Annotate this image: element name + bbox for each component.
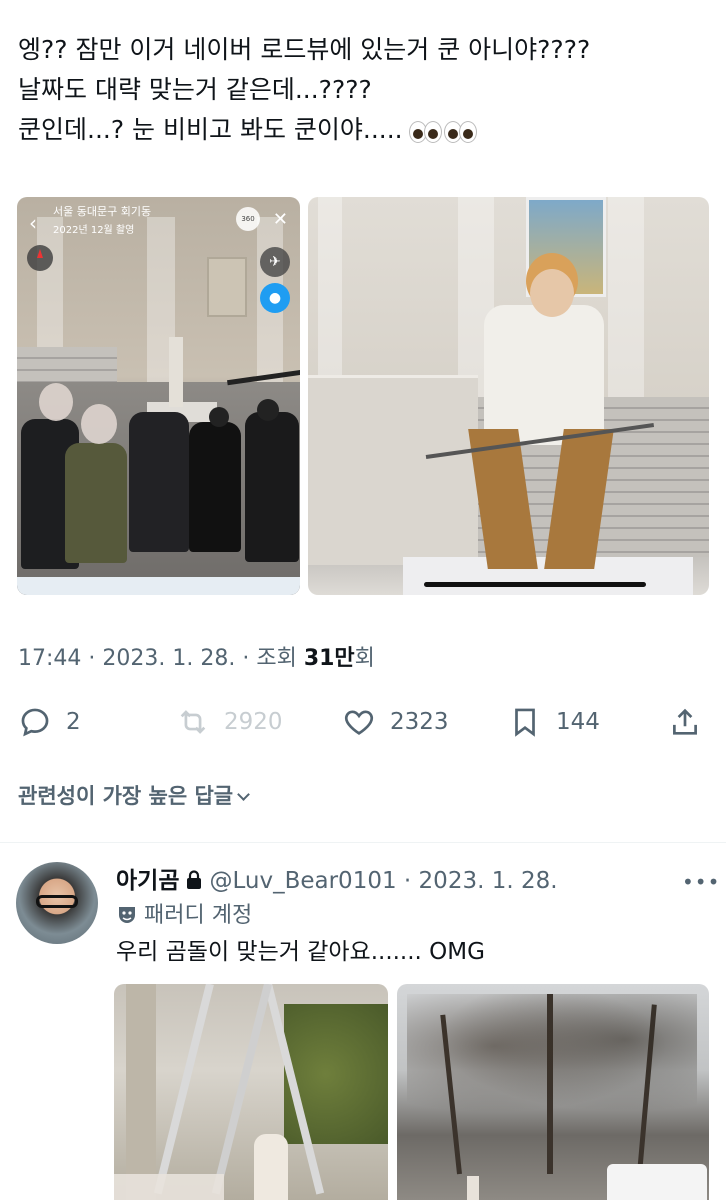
- like-count: 2323: [390, 709, 449, 735]
- share-button[interactable]: [668, 700, 716, 744]
- bookmark-button[interactable]: 144: [508, 700, 600, 744]
- retweet-button[interactable]: 2920: [176, 700, 283, 744]
- reply-date: 2023. 1. 28.: [418, 868, 558, 894]
- reply-button[interactable]: 2: [18, 700, 81, 744]
- tweet-photo-performer[interactable]: [308, 197, 709, 595]
- tweet-actions: 2 2920 2323 144: [0, 700, 726, 744]
- tree-canopy: [407, 994, 697, 1124]
- tweet-line-1: 엥?? 잠만 이거 네이버 로드뷰에 있는거 쿤 아니야????: [18, 35, 591, 64]
- reply-count: 2: [66, 709, 81, 735]
- crew-person: [245, 412, 299, 562]
- blurred-area: [114, 1174, 224, 1200]
- reply-author-name[interactable]: 아기곰: [116, 868, 179, 894]
- roadview-location: 서울 동대문구 회기동: [53, 205, 152, 218]
- reply-photo-trees[interactable]: [397, 984, 709, 1200]
- building-column: [126, 984, 156, 1200]
- tweet-meta: 17:44 · 2023. 1. 28. · 조회 31만회: [18, 646, 375, 671]
- divider: [0, 842, 726, 843]
- chevron-down-icon: [237, 788, 251, 801]
- building-column: [608, 197, 644, 407]
- retweet-icon: [180, 710, 206, 734]
- performer: [169, 337, 183, 407]
- performer-head: [530, 269, 574, 317]
- crew-person: [129, 412, 189, 552]
- like-button[interactable]: 2323: [342, 700, 449, 744]
- airplane-icon[interactable]: ✈: [260, 247, 290, 277]
- view-360-icon[interactable]: 360: [236, 207, 260, 231]
- tweet-date: 2023. 1. 28.: [102, 646, 236, 671]
- tweet-photo-roadview[interactable]: ‹ 서울 동대문구 회기동 2022년 12월 촬영 360 ✕ ✈ ●: [17, 197, 300, 595]
- roadview-date: 2022년 12월 촬영: [53, 225, 135, 236]
- lock-icon: [187, 870, 202, 889]
- reply-header: 아기곰 @Luv_Bear0101 · 2023. 1. 28.: [116, 868, 558, 894]
- crew-person: [65, 443, 127, 563]
- tweet-time: 17:44: [18, 646, 82, 671]
- views-value[interactable]: 31만: [304, 646, 355, 671]
- location-pin-icon[interactable]: ●: [260, 283, 290, 313]
- share-icon: [673, 708, 697, 735]
- parody-label: 패러디 계정: [116, 897, 252, 929]
- reply-text: 우리 곰돌이 맞는거 같아요....... OMG: [116, 939, 485, 965]
- white-van: [607, 1164, 707, 1200]
- avatar[interactable]: [16, 862, 98, 944]
- stairs: [17, 347, 117, 387]
- relief-panel: [207, 257, 247, 317]
- crew-person: [189, 422, 241, 552]
- reply-sort-dropdown[interactable]: 관련성이 가장 높은 답글: [18, 780, 251, 810]
- person-figure: [467, 1176, 479, 1200]
- compass-icon[interactable]: [27, 245, 53, 271]
- blurred-face: [39, 383, 73, 421]
- eyes-emoji-icon: [408, 111, 477, 151]
- heart-icon: [344, 710, 374, 735]
- map-footer: [17, 577, 300, 595]
- bookmark-count: 144: [556, 709, 600, 735]
- retweet-count: 2920: [224, 709, 283, 735]
- home-indicator: [424, 582, 646, 587]
- reply-author-handle[interactable]: @Luv_Bear0101: [209, 868, 396, 894]
- tweet-text: 엥?? 잠만 이거 네이버 로드뷰에 있는거 쿤 아니야???? 날짜도 대략 …: [18, 30, 718, 151]
- views-label: 조회: [256, 646, 297, 671]
- blurred-face: [81, 404, 117, 444]
- theater-mask-icon: [119, 907, 135, 923]
- views-unit: 회: [354, 646, 375, 671]
- balustrade: [308, 375, 478, 565]
- tweet-line-2: 날짜도 대략 맞는거 같은데...????: [18, 75, 372, 104]
- ladder-rail: [153, 984, 214, 1195]
- performer: [254, 1134, 288, 1200]
- tweet-line-3-text: 쿤인데...? 눈 비비고 봐도 쿤이야.....: [18, 115, 403, 144]
- reply-icon: [21, 708, 49, 737]
- bookmark-icon: [515, 708, 535, 737]
- crew-head: [209, 407, 229, 427]
- crew-head: [257, 399, 279, 421]
- close-icon[interactable]: ✕: [273, 209, 288, 230]
- performer-jacket: [484, 305, 604, 445]
- reply-photo-ladder[interactable]: [114, 984, 388, 1200]
- tweet-line-3: 쿤인데...? 눈 비비고 봐도 쿤이야.....: [18, 110, 718, 151]
- reply-sort-label: 관련성이 가장 높은 답글: [18, 784, 234, 808]
- back-arrow-icon[interactable]: ‹: [29, 213, 37, 233]
- more-options-icon[interactable]: •••: [682, 870, 720, 894]
- parody-label-text: 패러디 계정: [144, 903, 253, 928]
